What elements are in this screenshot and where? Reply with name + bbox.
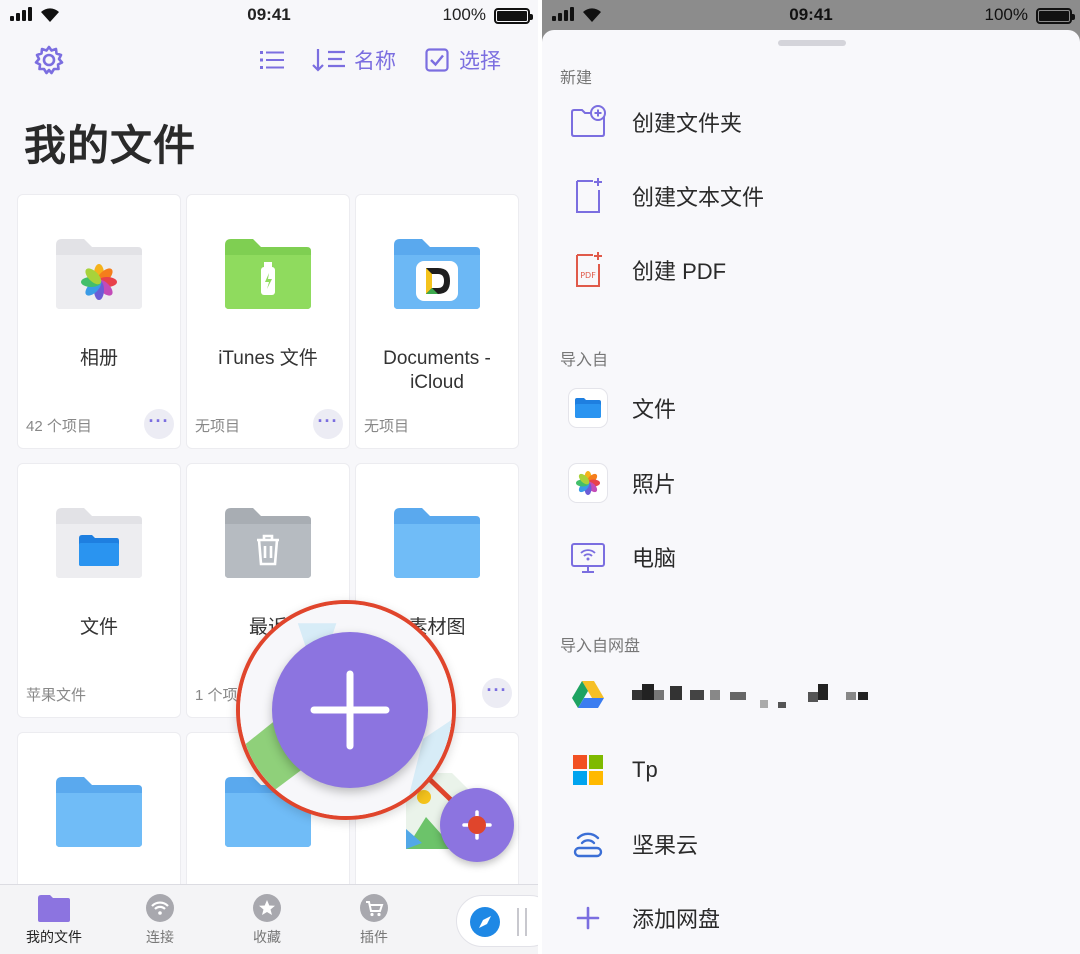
action-sheet: 新建 创建文件夹 创建文本文件 PDF 创建 PDF 导入自 文件 照片 电脑 …: [542, 30, 1080, 954]
checkbox-icon: [425, 48, 449, 72]
browser-button[interactable]: [456, 895, 538, 947]
cloud-jianguoyun-item[interactable]: 坚果云: [542, 816, 1080, 872]
battery-icon: [494, 8, 533, 24]
add-icon: [576, 906, 600, 930]
onedrive-windows-icon: [573, 755, 603, 785]
import-computer-label: 电脑: [632, 546, 677, 571]
tile-name: 相册: [79, 348, 118, 369]
folder-icon: [56, 777, 142, 847]
create-text-file-item[interactable]: 创建文本文件: [542, 168, 1080, 224]
files-app-icon: [568, 388, 608, 428]
import-files-label: 文件: [632, 397, 677, 422]
create-folder-label: 创建文件夹: [632, 111, 743, 136]
tab-my-files[interactable]: 我的文件: [14, 893, 94, 947]
wifi-icon: [146, 894, 174, 922]
import-computer-item[interactable]: 电脑: [542, 529, 1080, 585]
create-text-file-label: 创建文本文件: [632, 185, 765, 210]
add-action-sheet-screen: 09:41 100% 新建 创建文件夹 创建文本文件 PDF 创建 PDF 导入…: [542, 0, 1080, 954]
compass-icon: [470, 907, 500, 937]
photos-app-icon: [568, 463, 608, 503]
usb-folder-icon: [225, 239, 311, 309]
import-photos-item[interactable]: 照片: [542, 455, 1080, 511]
more-options-button[interactable]: ···: [482, 678, 512, 708]
sort-label: 名称: [354, 50, 396, 73]
tile-meta: 42 个项目: [26, 418, 92, 435]
status-bar: 09:41 100%: [0, 0, 538, 30]
tile-meta: 1 个项: [195, 687, 238, 704]
new-pdf-icon: PDF: [576, 252, 602, 287]
photos-folder-icon: [56, 239, 142, 309]
tile-name: 文件: [79, 617, 118, 638]
add-cloud-item[interactable]: 添加网盘: [542, 890, 1080, 946]
cloud-onedrive-label: Tp: [632, 757, 658, 782]
sort-icon: [312, 49, 345, 72]
tile-name: iTunes 文件: [218, 348, 318, 369]
plus-icon: [310, 670, 390, 750]
tab-plugins[interactable]: 插件: [334, 893, 414, 947]
tab-bar: 我的文件 连接 收藏 插件: [0, 884, 538, 954]
cloud-google-drive-item[interactable]: [542, 666, 1080, 722]
sheet-grabber[interactable]: [778, 40, 846, 46]
svg-text:PDF: PDF: [580, 271, 596, 280]
tab-label: 插件: [360, 929, 388, 945]
tab-connect[interactable]: 连接: [120, 893, 200, 947]
zoom-callout: [236, 600, 456, 820]
files-folder-icon: [56, 508, 142, 578]
battery-percent: 100%: [984, 5, 1028, 24]
jianguoyun-icon: [573, 832, 603, 858]
google-drive-icon: [572, 681, 604, 708]
add-cloud-label: 添加网盘: [632, 907, 721, 932]
folder-icon: [394, 508, 480, 578]
tab-favorites[interactable]: 收藏: [227, 893, 307, 947]
new-folder-icon: [571, 105, 606, 137]
folder-tile-files[interactable]: 文件 苹果文件: [17, 463, 181, 718]
tile-meta: 无项目: [195, 418, 241, 435]
more-options-button[interactable]: ···: [144, 409, 174, 439]
zoomed-add-button: [272, 632, 428, 788]
sort-by-name-button[interactable]: 名称: [312, 44, 396, 76]
pixelated-account-name: [632, 684, 892, 708]
cloud-onedrive-item[interactable]: Tp: [542, 742, 1080, 798]
section-label-import: 导入自: [560, 352, 609, 369]
more-options-button[interactable]: ···: [313, 409, 343, 439]
folder-tile-documents-icloud[interactable]: Documents - iCloud 无项目: [355, 194, 519, 449]
folder-tile-photos[interactable]: 相册 42 个项目 ···: [17, 194, 181, 449]
settings-gear-icon[interactable]: [33, 44, 65, 76]
documents-folder-icon: [394, 239, 480, 309]
computer-icon: [571, 543, 605, 573]
new-text-file-icon: [576, 178, 602, 213]
cloud-jianguoyun-label: 坚果云: [632, 833, 699, 858]
star-icon: [253, 894, 281, 922]
select-button[interactable]: 选择: [425, 44, 501, 76]
section-label-new: 新建: [560, 70, 593, 87]
import-photos-label: 照片: [632, 472, 677, 497]
section-label-cloud: 导入自网盘: [560, 638, 641, 655]
battery-icon: [1036, 8, 1075, 24]
tab-label: 我的文件: [26, 929, 82, 945]
tab-label: 连接: [146, 929, 174, 945]
create-pdf-item[interactable]: PDF 创建 PDF: [542, 242, 1080, 298]
my-files-screen: 09:41 100% 名称 选择 我的文件 相册 42 个项目 ··· iTun…: [0, 0, 538, 954]
tab-label: 收藏: [253, 929, 281, 945]
trash-folder-icon: [225, 508, 311, 578]
tile-meta: 无项目: [364, 418, 410, 435]
drag-handle[interactable]: [517, 908, 527, 936]
create-pdf-label: 创建 PDF: [632, 259, 727, 284]
folder-icon: [38, 895, 70, 922]
create-folder-item[interactable]: 创建文件夹: [542, 94, 1080, 150]
folder-tile-itunes[interactable]: iTunes 文件 无项目 ···: [186, 194, 350, 449]
list-view-icon[interactable]: [258, 48, 286, 72]
status-bar: 09:41 100%: [542, 0, 1080, 30]
select-label: 选择: [459, 50, 501, 73]
import-files-item[interactable]: 文件: [542, 380, 1080, 436]
page-title: 我的文件: [24, 122, 197, 169]
tile-meta: 苹果文件: [26, 687, 87, 704]
battery-percent: 100%: [442, 5, 486, 24]
cart-icon: [360, 894, 388, 922]
tile-name: Documents - iCloud: [383, 348, 491, 393]
